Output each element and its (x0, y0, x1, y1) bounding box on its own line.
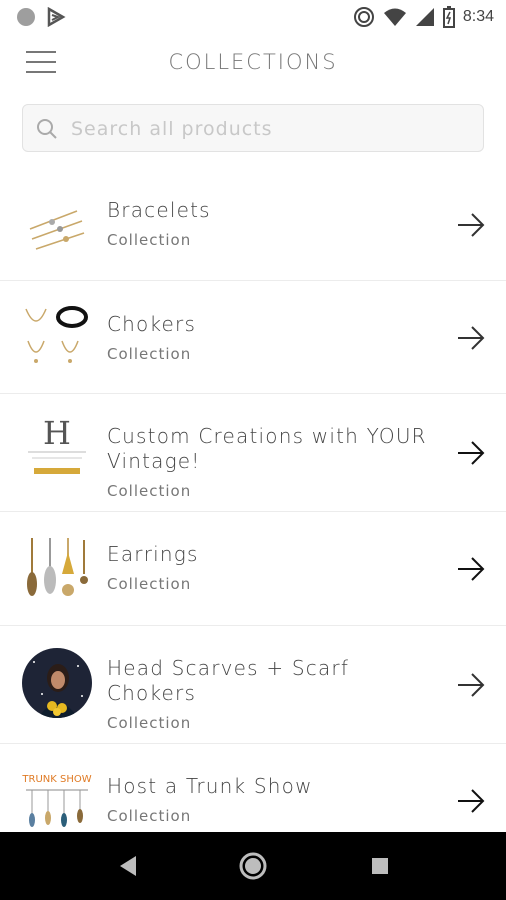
recents-icon[interactable] (362, 848, 398, 884)
custom-creations-thumbnail: H (22, 416, 92, 486)
search-bar[interactable] (22, 104, 484, 152)
collection-name: Head Scarves + Scarf Chokers (107, 656, 350, 705)
collection-subtitle: Collection (107, 714, 192, 732)
page-title: COLLECTIONS (168, 50, 338, 74)
collection-subtitle: Collection (107, 575, 192, 593)
collection-item-earrings[interactable]: Earrings Collection (0, 512, 506, 626)
search-input[interactable] (69, 115, 463, 143)
collection-subtitle: Collection (107, 482, 192, 500)
do-not-disturb-icon (353, 7, 374, 27)
trunk-show-thumbnail: TRUNK SHOW (22, 766, 92, 836)
collection-subtitle: Collection (107, 807, 192, 825)
arrow-right-icon[interactable] (456, 788, 486, 814)
collection-name: Custom Creations with YOUR Vintage! (107, 424, 427, 473)
collection-item-bracelets[interactable]: Bracelets Collection (0, 168, 506, 281)
chokers-thumbnail (22, 303, 92, 373)
collection-item-custom-creations[interactable]: H Custom Creations with YOUR Vintage! Co… (0, 394, 506, 512)
collections-list: Bracelets Collection Chokers Collection (0, 168, 506, 856)
collection-subtitle: Collection (107, 231, 192, 249)
arrow-right-icon[interactable] (456, 440, 486, 466)
collection-item-head-scarves[interactable]: Head Scarves + Scarf Chokers Collection (0, 626, 506, 744)
arrow-right-icon[interactable] (456, 212, 486, 238)
play-store-icon (47, 7, 66, 27)
head-scarves-thumbnail (22, 648, 92, 718)
back-icon[interactable] (110, 848, 146, 884)
cell-signal-icon (415, 8, 434, 26)
custom-letter: H (43, 416, 71, 452)
home-icon[interactable] (235, 848, 271, 884)
status-time: 8:34 (462, 8, 494, 25)
bracelets-thumbnail (22, 189, 92, 259)
circle-notification-icon (17, 8, 35, 26)
arrow-right-icon[interactable] (456, 325, 486, 351)
arrow-right-icon[interactable] (456, 672, 486, 698)
status-bar: 8:34 (0, 0, 506, 34)
battery-icon (442, 6, 455, 28)
app-header: COLLECTIONS (0, 34, 506, 92)
wifi-icon (383, 8, 406, 26)
system-nav-bar (0, 832, 506, 900)
collection-subtitle: Collection (107, 345, 192, 363)
collection-name: Earrings (107, 542, 199, 566)
collection-name: Chokers (107, 312, 197, 336)
trunk-show-text: TRUNK SHOW (22, 774, 92, 785)
collection-item-chokers[interactable]: Chokers Collection (0, 281, 506, 394)
collection-name: Host a Trunk Show (107, 774, 313, 798)
earrings-thumbnail (22, 534, 92, 604)
search-icon (37, 119, 57, 139)
collection-name: Bracelets (107, 198, 211, 222)
arrow-right-icon[interactable] (456, 556, 486, 582)
